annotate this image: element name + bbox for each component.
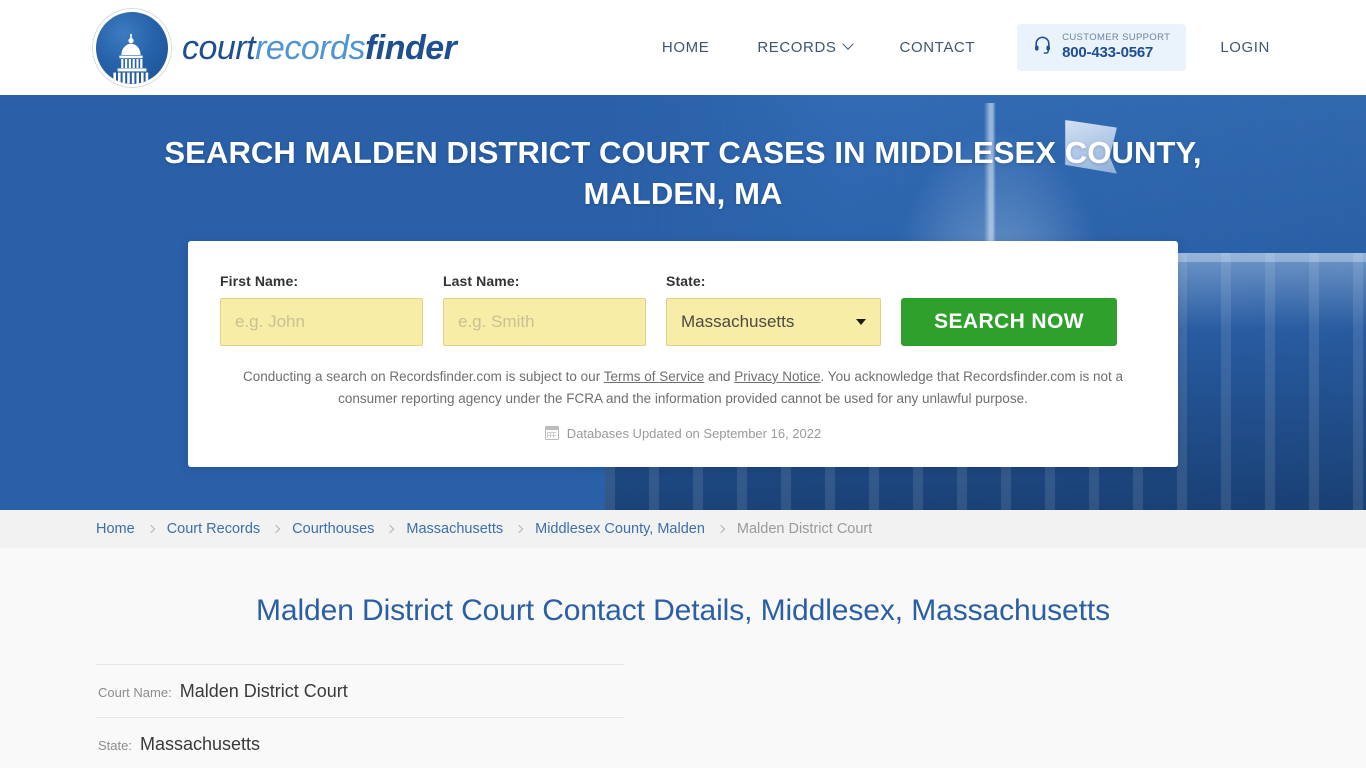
breadcrumb-item-middlesex-county-malden[interactable]: Middlesex County, Malden [535,521,705,537]
breadcrumb-item-court-records[interactable]: Court Records [167,521,260,537]
logo-word-court: court [182,28,256,67]
state-field-group: State: Massachusetts [666,273,881,346]
site-logo-wordmark: courtrecordsfinder [182,28,457,67]
first-name-input[interactable] [220,297,423,346]
table-row: Court Name: Malden District Court [96,664,624,718]
chevron-down-icon [841,38,854,51]
last-name-input[interactable] [443,297,646,346]
privacy-notice-link[interactable]: Privacy Notice [734,369,820,384]
databases-updated: Databases Updated on September 16, 2022 [220,426,1146,441]
caret-down-icon [856,318,866,325]
site-header: courtrecordsfinder HOME RECORDS CONTACT [0,0,1366,95]
last-name-label: Last Name: [443,272,520,289]
chevron-right-icon [716,524,726,534]
nav-item-home[interactable]: HOME [638,29,733,66]
calendar-icon [544,426,559,441]
chevron-right-icon [386,524,395,534]
hero-section: SEARCH MALDEN DISTRICT COURT CASES IN MI… [0,95,1366,510]
breadcrumb-item-courthouses[interactable]: Courthouses [292,521,374,537]
databases-updated-text: Databases Updated on September 16, 2022 [566,425,822,441]
site-logo[interactable]: courtrecordsfinder [96,11,457,84]
logo-word-finder: finder [364,28,457,67]
table-row: State: Massachusetts [96,718,624,768]
state-label: State: [666,272,706,289]
page-title: Malden District Court Contact Details, M… [255,594,1111,627]
detail-value-state: Massachusetts [139,734,261,754]
nav-item-contact[interactable]: CONTACT [876,29,1000,66]
customer-support-text: CUSTOMER SUPPORT 800-433-0567 [1062,32,1171,62]
court-details-table: Court Name: Malden District Court State:… [96,664,624,768]
state-select-value: Massachusetts [681,311,795,331]
detail-value-court-name: Malden District Court [179,681,348,701]
breadcrumb-item-massachusetts[interactable]: Massachusetts [406,521,503,537]
disclaimer-text-1: Conducting a search on Recordsfinder.com… [243,368,604,384]
hero-title: SEARCH MALDEN DISTRICT COURT CASES IN MI… [164,135,1202,211]
breadcrumb-item-home[interactable]: Home [96,521,135,537]
chevron-right-icon [514,524,524,534]
search-now-button[interactable]: SEARCH NOW [901,297,1117,346]
nav-item-login-label: LOGIN [1220,38,1270,56]
terms-of-service-link[interactable]: Terms of Service [604,369,705,384]
search-disclaimer: Conducting a search on Recordsfinder.com… [220,366,1146,410]
people-search-form: First Name: Last Name: State: Massachuse… [220,273,1146,346]
main-content: Malden District Court Contact Details, M… [0,548,1366,768]
customer-support-label: CUSTOMER SUPPORT [1062,32,1171,44]
main-navigation: HOME RECORDS CONTACT CUSTOMER SUPPORT 80 [638,24,1270,71]
detail-label-state: State: [98,738,132,753]
nav-item-login[interactable]: LOGIN [1196,29,1270,66]
breadcrumb: Home Court Records Courthouses Massachus… [0,510,1366,548]
chevron-right-icon [271,524,281,534]
last-name-field-group: Last Name: [443,273,646,346]
first-name-label: First Name: [220,272,299,289]
nav-item-home-label: HOME [661,38,710,56]
search-card: First Name: Last Name: State: Massachuse… [188,240,1178,467]
detail-label-court-name: Court Name: [98,685,172,700]
headset-icon [1033,35,1052,59]
customer-support-badge[interactable]: CUSTOMER SUPPORT 800-433-0567 [1017,24,1187,71]
nav-item-contact-label: CONTACT [899,38,976,56]
customer-support-phone: 800-433-0567 [1062,44,1154,62]
nav-item-records-label: RECORDS [757,38,837,56]
state-select[interactable]: Massachusetts [666,297,881,346]
chevron-right-icon [146,524,155,534]
first-name-field-group: First Name: [220,273,423,346]
nav-item-records[interactable]: RECORDS [733,29,875,66]
capitol-dome-icon [96,11,168,84]
breadcrumb-list: Home Court Records Courthouses Massachus… [96,521,872,537]
breadcrumb-item-current: Malden District Court [736,521,873,537]
disclaimer-text-2: and [704,368,735,384]
logo-word-records: records [255,28,365,67]
